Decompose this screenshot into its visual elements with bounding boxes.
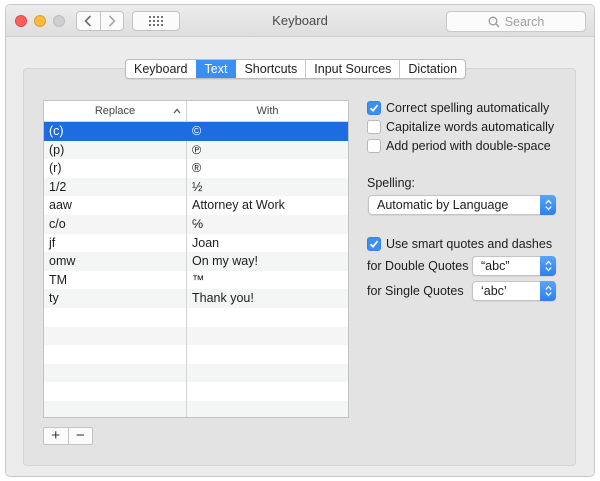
with-column-label: With — [256, 105, 279, 117]
with-cell: On my way! — [192, 254, 258, 269]
add-period-label: Add period with double-space — [386, 139, 551, 153]
empty-row — [44, 400, 348, 417]
table-row[interactable]: TM ™ — [44, 270, 348, 290]
with-column-header[interactable]: With — [187, 101, 348, 121]
tab-dictation[interactable]: Dictation — [399, 60, 465, 78]
replace-cell: jf — [44, 233, 187, 253]
empty-row — [44, 326, 348, 346]
table-row[interactable]: jf Joan — [44, 233, 348, 253]
keyboard-preferences-window: Keyboard Search Keyboard Text Shortcuts … — [5, 4, 595, 477]
replace-cell: omw — [44, 252, 187, 271]
checkmark-icon — [369, 240, 379, 248]
spelling-popup-stepper — [540, 195, 556, 215]
single-quotes-stepper — [540, 281, 556, 301]
table-row[interactable]: 1/2 ½ — [44, 177, 348, 197]
tab-bar: Keyboard Text Shortcuts Input Sources Di… — [125, 59, 467, 79]
text-replacement-table: Replace With (c) © (p) ℗ (r) ® 1/2 ½ aaw Atto… — [43, 100, 349, 418]
empty-cell — [44, 363, 187, 383]
table-header: Replace With — [44, 101, 348, 122]
empty-cell — [44, 382, 187, 401]
chevron-updown-icon — [544, 285, 552, 297]
empty-cell — [44, 345, 187, 364]
capitalize-words-option[interactable]: Capitalize words automatically — [367, 120, 554, 134]
replace-cell: 1/2 — [44, 177, 187, 197]
capitalize-words-label: Capitalize words automatically — [386, 120, 555, 134]
correct-spelling-label: Correct spelling automatically — [386, 101, 550, 115]
correct-spelling-checkbox[interactable] — [367, 101, 381, 115]
empty-row — [44, 307, 348, 327]
table-row[interactable]: aaw Attorney at Work — [44, 196, 348, 215]
double-quotes-value: “abc” — [481, 259, 510, 273]
replace-cell: (c) — [44, 122, 187, 141]
empty-cell — [44, 326, 187, 346]
table-body: (c) © (p) ℗ (r) ® 1/2 ½ aaw Attorney at Work … — [44, 122, 348, 417]
with-cell: ½ — [192, 179, 203, 194]
search-placeholder: Search — [504, 14, 545, 29]
double-quotes-label: for Double Quotes — [367, 259, 469, 273]
remove-button[interactable]: − — [67, 428, 93, 444]
table-row[interactable]: omw On my way! — [44, 252, 348, 271]
correct-spelling-option[interactable]: Correct spelling automatically — [367, 101, 549, 115]
tab-input-sources[interactable]: Input Sources — [305, 60, 399, 78]
title-bar: Keyboard Search — [6, 5, 594, 37]
table-row[interactable]: (r) ® — [44, 159, 348, 178]
replace-cell: (r) — [44, 159, 187, 178]
empty-cell — [44, 400, 187, 417]
search-icon — [488, 16, 500, 27]
add-period-checkbox[interactable] — [367, 139, 381, 153]
smart-quotes-option[interactable]: Use smart quotes and dashes — [367, 237, 552, 251]
replace-column-header[interactable]: Replace — [44, 101, 187, 121]
search-field[interactable]: Search — [446, 11, 586, 32]
with-cell: © — [192, 124, 202, 138]
empty-cell — [44, 307, 187, 327]
tab-shortcuts[interactable]: Shortcuts — [235, 60, 305, 78]
with-cell: ℗ — [192, 142, 202, 157]
capitalize-words-checkbox[interactable] — [367, 120, 381, 134]
chevron-updown-icon — [544, 260, 552, 272]
table-row[interactable]: ty Thank you! — [44, 289, 348, 308]
table-row[interactable]: (p) ℗ — [44, 140, 348, 160]
replace-cell: (p) — [44, 140, 187, 160]
double-quotes-stepper — [540, 256, 556, 276]
replace-cell: aaw — [44, 196, 187, 215]
replace-cell: TM — [44, 270, 187, 290]
table-row[interactable]: (c) © — [44, 122, 348, 141]
empty-cell — [187, 308, 348, 327]
checkmark-icon — [369, 104, 379, 112]
single-quotes-value: ‘abc’ — [481, 284, 507, 298]
tab-keyboard[interactable]: Keyboard — [126, 60, 196, 78]
with-cell: ℅ — [192, 216, 204, 231]
replace-cell: ty — [44, 289, 187, 308]
with-cell: ® — [192, 161, 202, 176]
spelling-language-value: Automatic by Language — [377, 198, 509, 212]
empty-row — [44, 363, 348, 383]
add-period-option[interactable]: Add period with double-space — [367, 139, 551, 153]
empty-cell — [187, 382, 348, 401]
empty-cell — [187, 364, 348, 383]
empty-row — [44, 382, 348, 401]
with-cell: Joan — [192, 235, 220, 250]
sort-ascending-icon — [173, 108, 181, 114]
empty-cell — [187, 401, 348, 417]
table-row[interactable]: c/o ℅ — [44, 214, 348, 234]
tab-text[interactable]: Text — [195, 60, 236, 78]
replace-cell: c/o — [44, 214, 187, 234]
add-remove-controls: + − — [43, 427, 93, 445]
spelling-label: Spelling: — [367, 176, 415, 190]
add-button[interactable]: + — [44, 428, 68, 444]
empty-row — [44, 345, 348, 364]
chevron-updown-icon — [544, 199, 552, 211]
with-cell: Attorney at Work — [192, 198, 285, 213]
spelling-language-popup[interactable]: Automatic by Language — [368, 195, 556, 215]
single-quotes-popup[interactable]: ‘abc’ — [472, 281, 556, 301]
with-cell: Thank you! — [192, 291, 254, 306]
replace-column-label: Replace — [94, 105, 136, 117]
single-quotes-label: for Single Quotes — [367, 284, 464, 298]
smart-quotes-checkbox[interactable] — [367, 237, 381, 251]
smart-quotes-label: Use smart quotes and dashes — [386, 237, 553, 251]
empty-cell — [187, 345, 348, 364]
with-cell: ™ — [192, 272, 205, 287]
double-quotes-popup[interactable]: “abc” — [472, 256, 556, 276]
empty-cell — [187, 327, 348, 346]
